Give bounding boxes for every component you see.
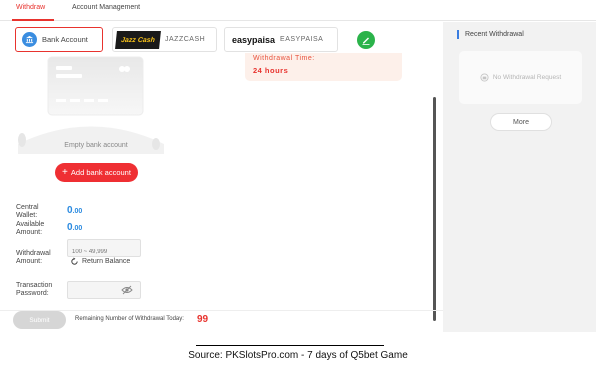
method-easypaisa-label: EASYPAISA — [280, 36, 324, 43]
remaining-withdrawals-label: Remaining Number of Withdrawal Today: — [75, 316, 184, 322]
active-tab-indicator — [12, 19, 54, 21]
method-bank-label: Bank Account — [42, 35, 88, 44]
remaining-withdrawals-value: 99 — [197, 314, 209, 325]
method-easypaisa[interactable]: easypaisa EASYPAISA — [224, 27, 338, 52]
source-caption: Source: PKSlotsPro.com - 7 days of Q5bet… — [188, 350, 408, 361]
empty-record-icon — [480, 73, 489, 82]
pencil-icon — [362, 37, 370, 45]
no-withdrawal-placeholder: No Withdrawal Request — [459, 51, 582, 104]
available-amount-value: 0.00 — [67, 222, 83, 233]
withdrawal-amount-label: Withdrawal Amount: — [16, 250, 51, 265]
easypaisa-logo: easypaisa — [232, 34, 276, 45]
bank-icon — [22, 32, 37, 47]
transaction-password-label: Transaction Password: — [16, 282, 53, 297]
transaction-password-field[interactable] — [67, 281, 141, 302]
central-wallet-label: Central Wallet: — [16, 204, 39, 219]
empty-card-illustration — [18, 56, 164, 154]
withdrawal-time-title: Withdrawal Time: — [253, 55, 315, 62]
withdrawal-time-notice: Withdrawal Time: 24 hours — [245, 53, 402, 81]
caption-divider — [196, 345, 384, 346]
no-withdrawal-label: No Withdrawal Request — [492, 74, 562, 81]
add-bank-account-label: Add bank account — [70, 168, 131, 177]
recent-withdrawal-title: Recent Withdrawal — [457, 30, 524, 39]
return-balance-button[interactable]: Return Balance — [70, 257, 130, 266]
add-bank-account-button[interactable]: + Add bank account — [55, 163, 138, 182]
empty-bank-label: Empty bank account — [64, 142, 128, 149]
central-wallet-value: 0.00 — [67, 205, 83, 216]
refresh-icon — [71, 257, 78, 265]
recent-withdrawal-panel: Recent Withdrawal No Withdrawal Request … — [443, 22, 596, 332]
scrollbar[interactable] — [433, 97, 436, 321]
footer-bar — [0, 310, 443, 332]
tab-bar: Withdraw Account Management — [0, 0, 596, 21]
method-jazzcash-label: JAZZCASH — [165, 36, 206, 43]
submit-button[interactable]: Submit — [13, 311, 66, 329]
edit-methods-button[interactable] — [357, 31, 375, 49]
plus-icon: + — [62, 166, 68, 178]
jazzcash-logo: Jazz Cash — [115, 30, 161, 49]
available-amount-label: Available Amount: — [16, 221, 45, 236]
return-balance-label: Return Balance — [82, 258, 131, 265]
withdraw-panel: Bank Account Jazz Cash JAZZCASH easypais… — [0, 22, 443, 332]
withdrawal-time-value: 24 hours — [253, 66, 289, 75]
method-bank-account[interactable]: Bank Account — [15, 27, 103, 52]
method-jazzcash[interactable]: Jazz Cash JAZZCASH — [112, 27, 217, 52]
tab-withdraw[interactable]: Withdraw — [16, 4, 45, 11]
tab-account-management[interactable]: Account Management — [72, 4, 140, 11]
more-button[interactable]: More — [490, 113, 552, 131]
withdrawal-amount-field[interactable] — [67, 239, 141, 260]
eye-hidden-icon[interactable] — [121, 285, 133, 295]
